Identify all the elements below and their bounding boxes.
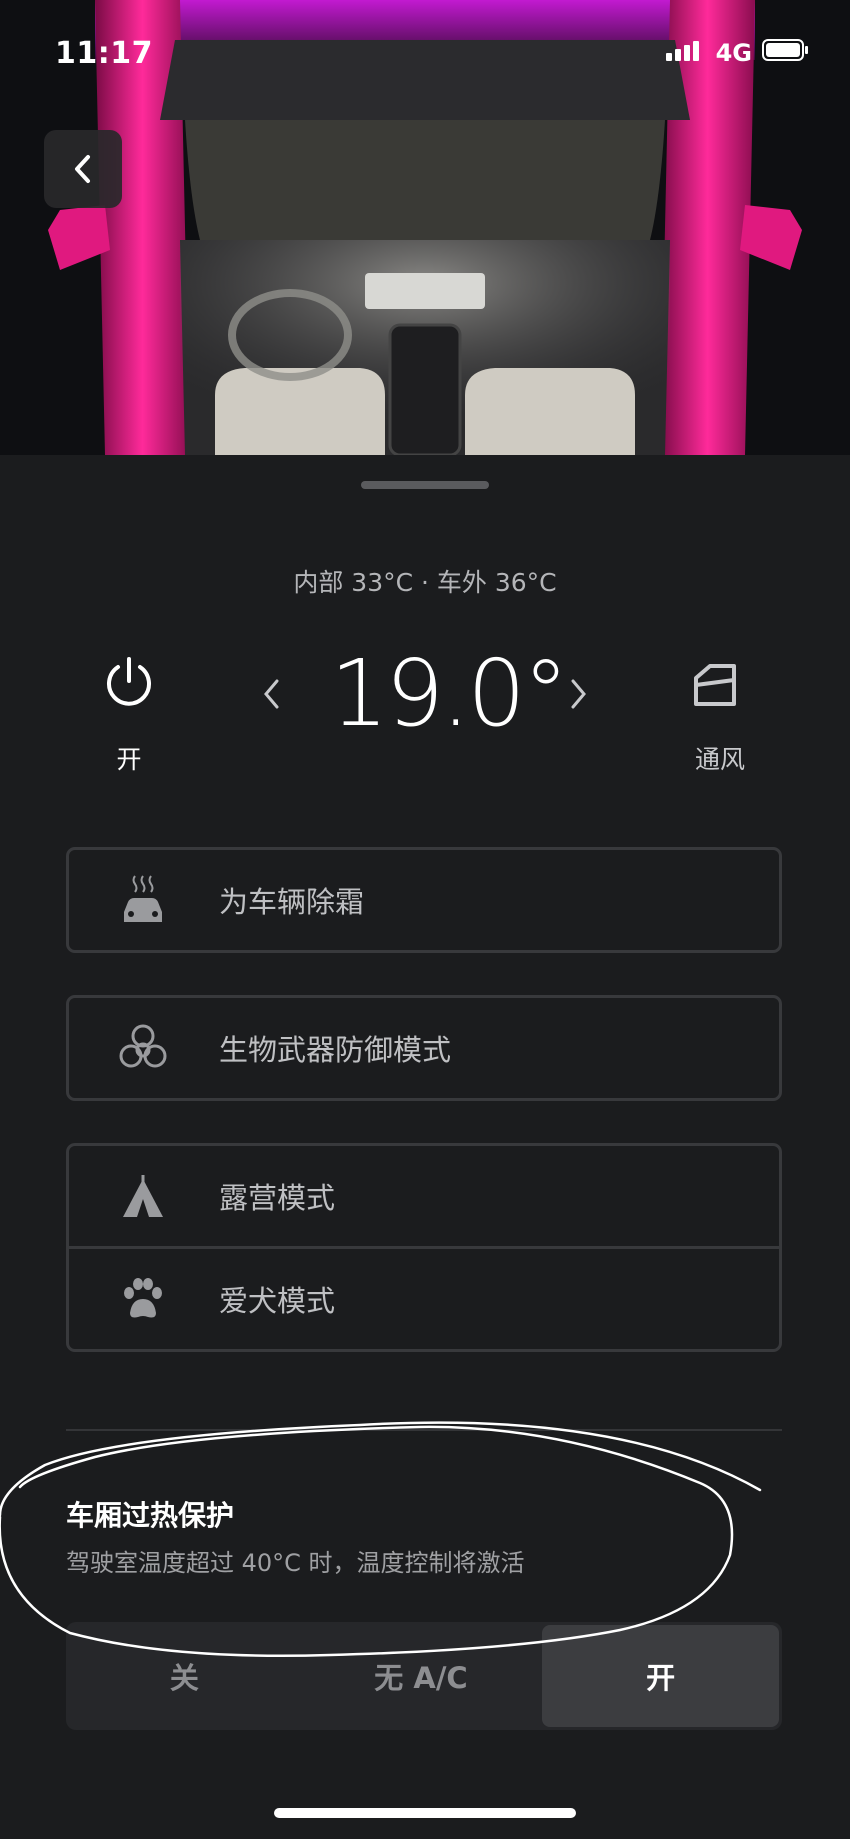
dog-option[interactable]: 爱犬模式 <box>69 1246 779 1349</box>
battery-icon <box>762 38 810 68</box>
temperature-setpoint: 19.0° <box>330 640 569 747</box>
vent-button[interactable] <box>690 660 740 714</box>
power-label: 开 <box>116 745 142 774</box>
signal-icon <box>665 39 706 67</box>
biohazard-icon <box>117 1022 169 1074</box>
vent-label: 通风 <box>694 745 745 774</box>
status-indicators: 4G <box>665 38 810 68</box>
modes-card: 露营模式 爱犬模式 <box>66 1143 782 1352</box>
camp-label: 露营模式 <box>219 1181 336 1215</box>
defrost-card: 为车辆除霜 <box>66 847 782 953</box>
bioweapon-label: 生物武器防御模式 <box>219 1033 452 1067</box>
chevron-left-icon <box>264 679 279 709</box>
defrost-car-icon <box>117 874 169 926</box>
chevron-right-icon <box>571 679 586 709</box>
decrease-temp-button[interactable] <box>262 677 282 715</box>
defrost-option[interactable]: 为车辆除霜 <box>69 850 779 950</box>
dog-label: 爱犬模式 <box>219 1284 336 1318</box>
bioweapon-card: 生物武器防御模式 <box>66 995 782 1101</box>
sheet-handle[interactable] <box>361 481 489 489</box>
network-label: 4G <box>715 39 752 67</box>
bioweapon-option[interactable]: 生物武器防御模式 <box>69 998 779 1098</box>
power-button[interactable] <box>95 655 163 713</box>
back-button[interactable] <box>44 130 122 208</box>
chevron-left-icon <box>75 155 90 183</box>
hand-drawn-annotation <box>0 1421 762 1658</box>
inside-outside-temps: 内部 33°C · 车外 36°C <box>293 568 557 597</box>
power-icon <box>107 657 151 706</box>
tent-icon <box>117 1170 169 1222</box>
home-indicator[interactable] <box>274 1808 576 1818</box>
window-vent-icon <box>694 664 736 706</box>
status-time: 11:17 <box>55 36 153 71</box>
paw-icon <box>117 1273 169 1325</box>
defrost-label: 为车辆除霜 <box>219 885 365 919</box>
camp-option[interactable]: 露营模式 <box>69 1146 779 1246</box>
increase-temp-button[interactable] <box>568 677 588 715</box>
